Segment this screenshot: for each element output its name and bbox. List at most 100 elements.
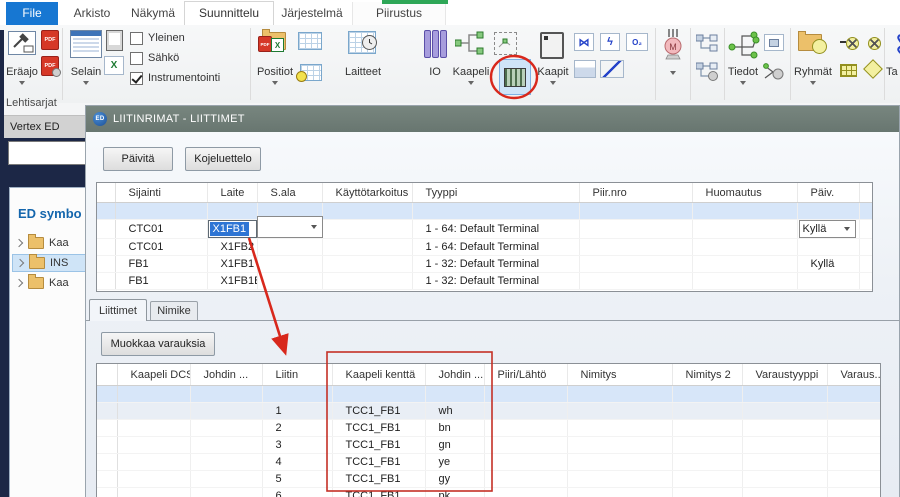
tree-item-ins[interactable]: INS — [12, 254, 86, 272]
tab-nakyma[interactable]: Näkymä — [122, 2, 184, 25]
cell-kaapeli-kentta[interactable]: TCC1_FB1 — [332, 437, 425, 454]
group-diamond-icon[interactable] — [863, 59, 883, 79]
cell-kaapeli-kentta[interactable]: TCC1_FB1 — [332, 471, 425, 488]
cell-johdin[interactable]: ye — [425, 454, 484, 471]
layers-icon[interactable] — [574, 60, 596, 78]
cell-laite-selected[interactable]: X1FB1 — [207, 220, 257, 239]
table-row[interactable]: 3 TCC1_FB1 gn — [97, 437, 881, 454]
table-icon[interactable] — [298, 32, 322, 50]
col-kaapeli-kentta[interactable]: Kaapeli kenttä — [332, 364, 425, 386]
tree-item-kaa-2[interactable]: Kaa — [12, 274, 86, 292]
table-row[interactable]: 1 TCC1_FB1 wh — [97, 403, 881, 420]
tab-jarjestelma[interactable]: Järjestelmä — [272, 2, 352, 25]
col-huomautus[interactable]: Huomautus — [692, 183, 797, 203]
col-tyyppi[interactable]: Tyyppi — [412, 183, 579, 203]
table-row-empty[interactable] — [97, 203, 873, 220]
lightning-icon[interactable]: ϟ — [600, 33, 620, 51]
selection-tool-icon[interactable] — [494, 32, 517, 55]
cell-laite[interactable]: X1FB2 — [207, 239, 257, 256]
add-group-icon[interactable] — [846, 37, 859, 50]
cell-johdin[interactable]: pk — [425, 488, 484, 497]
expand-chevron-icon[interactable] — [15, 239, 23, 247]
tree-settings-icon[interactable] — [763, 63, 785, 81]
checkbox-yleinen[interactable] — [130, 32, 143, 45]
col-kaapeli-dcs[interactable]: Kaapeli DCS — [117, 364, 190, 386]
cell-tyyppi[interactable]: 1 - 32: Default Terminal — [412, 273, 579, 290]
cell-johdin[interactable]: gn — [425, 437, 484, 454]
o2-icon[interactable]: O₂ — [626, 33, 648, 51]
expand-chevron-icon[interactable] — [16, 259, 24, 267]
paiv-combobox[interactable]: Kyllä — [799, 220, 856, 238]
col-laite[interactable]: Laite — [207, 183, 257, 203]
checkbox-sahko[interactable] — [130, 52, 143, 65]
cell-tyyppi[interactable]: 1 - 64: Default Terminal — [412, 239, 579, 256]
cell-liitin[interactable]: 3 — [262, 437, 332, 454]
cell-sijainti[interactable]: FB1 — [115, 273, 207, 290]
tab-arkisto[interactable]: Arkisto — [62, 2, 122, 25]
cell-paiv[interactable]: Kyllä — [797, 220, 859, 239]
cell-johdin[interactable]: bn — [425, 420, 484, 437]
dialog-title-bar[interactable]: ED LIITINRIMAT - LIITTIMET — [86, 106, 899, 132]
muokkaa-varauksia-button[interactable]: Muokkaa varauksia — [101, 332, 215, 356]
cell-liitin[interactable]: 1 — [262, 403, 332, 420]
cell-laite[interactable]: X1FB1 — [207, 256, 257, 273]
cell-huomautus[interactable] — [692, 220, 797, 239]
col-paiv[interactable]: Päiv. — [797, 183, 859, 203]
kaapeli-button[interactable]: Kaapeli — [448, 66, 494, 85]
tab-file[interactable]: File — [6, 2, 58, 25]
tiedot-button[interactable]: Tiedot — [722, 66, 764, 85]
cell-liitin[interactable]: 4 — [262, 454, 332, 471]
laitteet-button[interactable]: Laitteet — [340, 66, 386, 78]
cell-piirnro[interactable] — [579, 220, 692, 239]
col-johdin-kentta[interactable]: Johdin ... — [425, 364, 484, 386]
col-piirnro[interactable]: Piir.nro — [579, 183, 692, 203]
cell-kaapeli-kentta[interactable]: TCC1_FB1 — [332, 454, 425, 471]
cell-paiv[interactable]: Kyllä — [797, 256, 859, 273]
hierarchy-settings-icon[interactable] — [696, 62, 718, 82]
kaapit-button[interactable]: Kaapit — [532, 66, 574, 85]
valve-icon[interactable]: ⋈ — [574, 33, 594, 51]
table-row[interactable]: 6 TCC1_FB1 pk — [97, 488, 881, 497]
col-sala[interactable]: S.ala — [257, 183, 322, 203]
tab-suunnittelu[interactable]: Suunnittelu — [184, 1, 274, 26]
table-row[interactable]: CTC01 X1FB2 1 - 64: Default Terminal — [97, 239, 873, 256]
group-grid-icon[interactable] — [840, 64, 857, 77]
kaapit-icon[interactable] — [540, 32, 564, 59]
pdf-export-icon[interactable]: PDF — [41, 30, 59, 50]
paivita-button[interactable]: Päivitä — [103, 147, 173, 171]
cell-kaapeli-kentta[interactable]: TCC1_FB1 — [332, 403, 425, 420]
eraajo-icon[interactable] — [8, 31, 36, 55]
tab-piirustus[interactable]: Piirustus — [352, 2, 446, 25]
window-link-icon[interactable] — [764, 34, 784, 51]
col-varaustyyppi[interactable]: Varaustyyppi — [742, 364, 827, 386]
cell-sijainti[interactable]: CTC01 — [115, 239, 207, 256]
sala-combobox-open[interactable] — [257, 216, 323, 238]
cell-kaapeli-kentta[interactable]: TCC1_FB1 — [332, 488, 425, 497]
col-sijainti[interactable]: Sijainti — [115, 183, 207, 203]
sidebar-search-input[interactable] — [8, 141, 86, 165]
tab-nimike[interactable]: Nimike — [150, 301, 198, 321]
tiedot-icon[interactable] — [728, 31, 760, 59]
io-button[interactable]: IO — [420, 66, 450, 78]
cell-kaapeli-kentta[interactable]: TCC1_FB1 — [332, 420, 425, 437]
table-row[interactable]: 4 TCC1_FB1 ye — [97, 454, 881, 471]
table-row-empty[interactable] — [97, 386, 881, 403]
cell-tyyppi[interactable]: 1 - 64: Default Terminal — [412, 220, 579, 239]
group-x-icon[interactable] — [868, 37, 881, 50]
tab-liittimet[interactable]: Liittimet — [89, 299, 147, 321]
table-row[interactable]: CTC01 X1FB1 1 - 64: Default Terminal Kyl… — [97, 220, 873, 239]
kojeluettelo-button[interactable]: Kojeluettelo — [185, 147, 261, 171]
col-johdin-dcs[interactable]: Johdin ... — [190, 364, 262, 386]
col-varaus[interactable]: Varaus... — [827, 364, 881, 386]
cell-laite[interactable]: X1FB1B — [207, 273, 257, 290]
brush-icon[interactable] — [600, 60, 624, 78]
selain-button[interactable]: Selain — [64, 66, 108, 85]
eraajo-button[interactable]: Eräajo — [0, 66, 44, 85]
cell-kayttotarkoitus[interactable] — [322, 220, 412, 239]
cell-sijainti[interactable]: FB1 — [115, 256, 207, 273]
cell-tyyppi[interactable]: 1 - 32: Default Terminal — [412, 256, 579, 273]
col-kayttotarkoitus[interactable]: Käyttötarkoitus — [322, 183, 412, 203]
col-piiri-lahto[interactable]: Piiri/Lähtö — [484, 364, 567, 386]
col-nimitys[interactable]: Nimitys — [567, 364, 672, 386]
kaapeli-icon[interactable] — [455, 31, 485, 55]
